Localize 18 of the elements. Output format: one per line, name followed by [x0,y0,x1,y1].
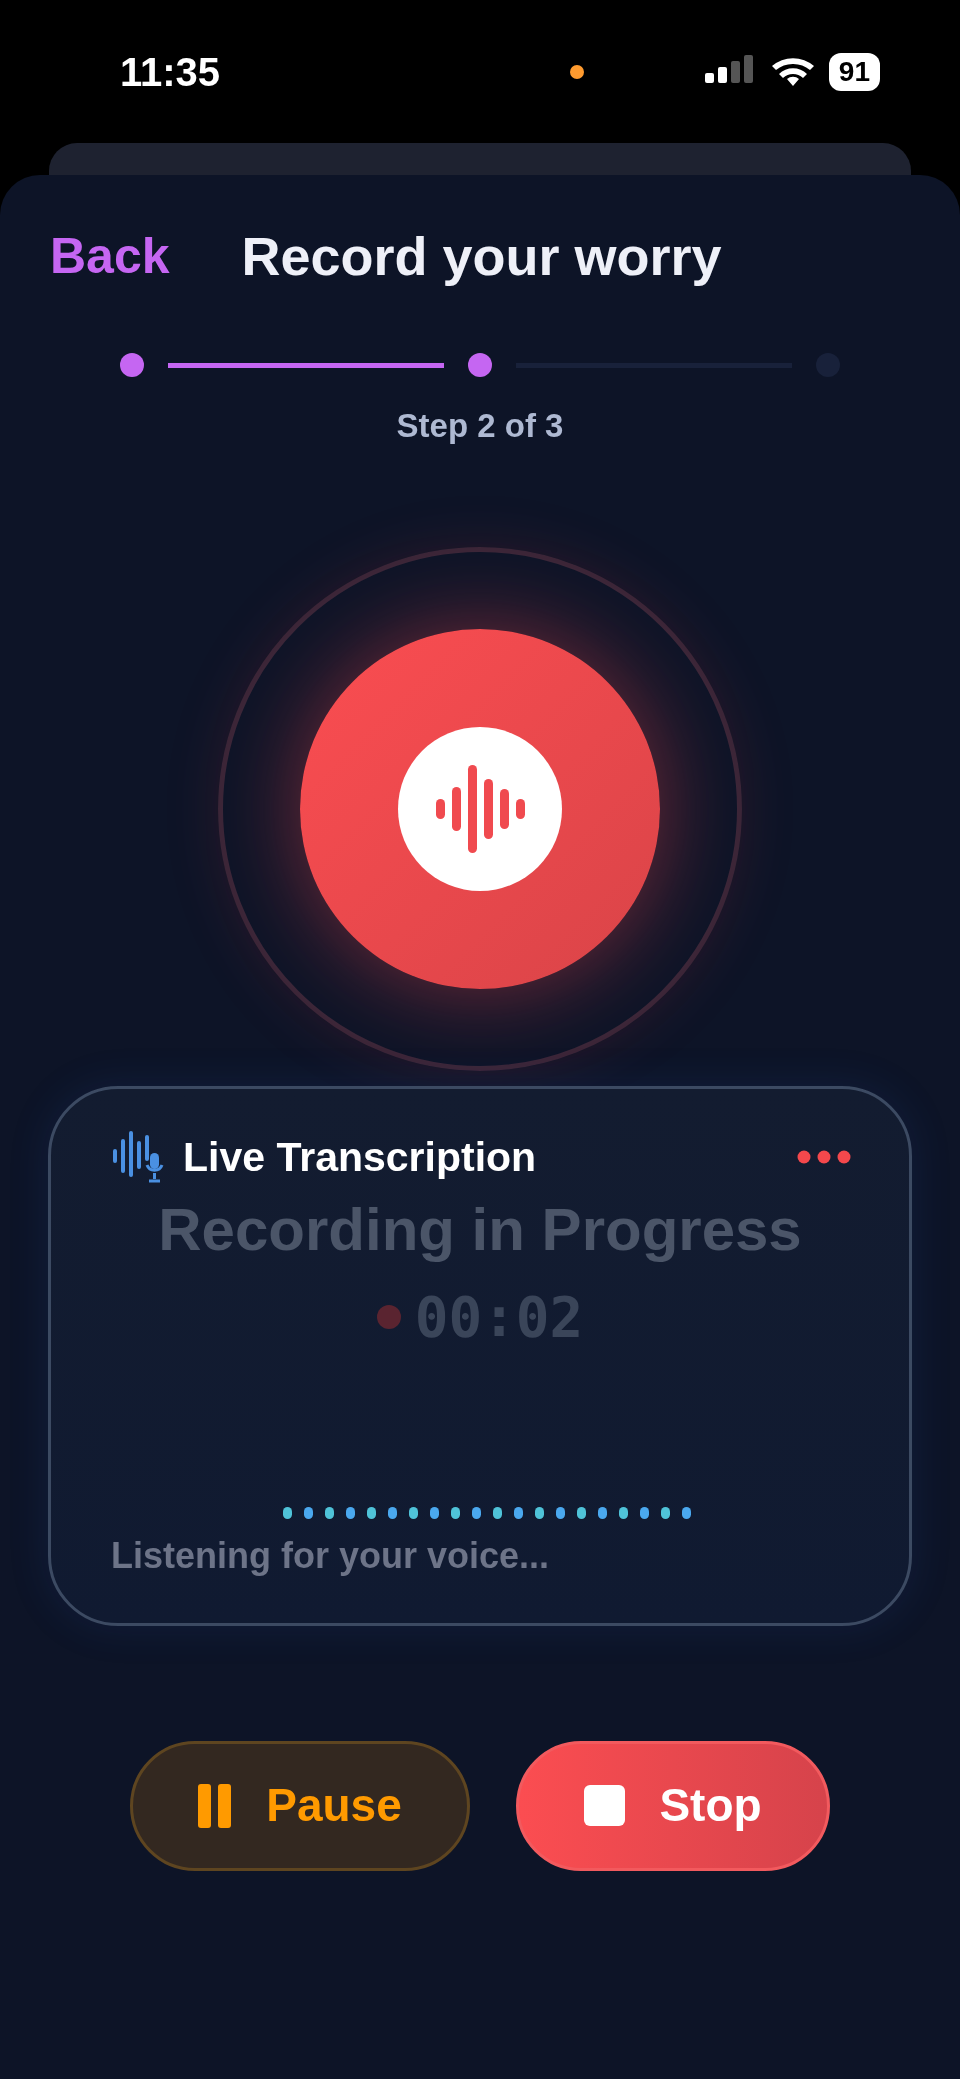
pause-button[interactable]: Pause [130,1740,470,1871]
waveform-mic-icon [113,1131,165,1184]
back-button[interactable]: Back [50,218,170,294]
recording-dot-icon [376,1304,401,1329]
listening-message: Listening for your voice... [111,1533,550,1578]
waveform-icon [434,762,526,855]
stop-icon [584,1785,626,1826]
step-label: Step 2 of 3 [395,406,565,446]
status-time: 11:35 [120,48,222,96]
pause-icon [198,1783,233,1828]
stop-button[interactable]: Stop [516,1740,830,1871]
recording-status: Recording in Progress [158,1194,802,1265]
privacy-indicator-icon [570,64,585,79]
wifi-icon [770,55,815,88]
more-icon[interactable] [797,1150,851,1165]
page-title: Record your worry [241,224,722,288]
card-title: Live Transcription [183,1132,538,1182]
battery-indicator: 91 [828,52,880,91]
